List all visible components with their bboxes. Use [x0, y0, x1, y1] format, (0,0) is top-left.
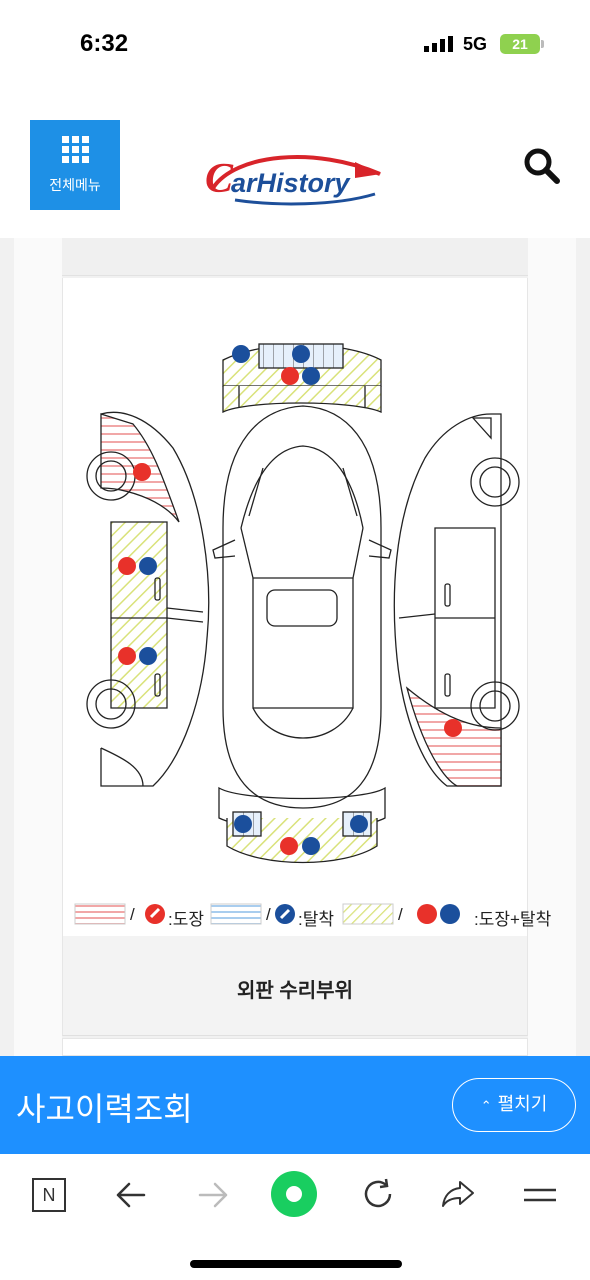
detach-marker — [302, 367, 320, 385]
next-card — [62, 1038, 528, 1056]
svg-text:arHistory: arHistory — [231, 168, 352, 198]
repair-markers — [118, 345, 462, 855]
detach-marker — [350, 815, 368, 833]
content-area: / :도장 / :탈착 / :도장+탈착 외판 수리부위 — [0, 238, 590, 1056]
legend-sep-2: / — [266, 905, 271, 924]
detach-marker — [292, 345, 310, 363]
chevron-up-icon: ⌃ — [480, 1098, 492, 1113]
detach-swatch — [210, 903, 262, 925]
car-repair-diagram — [86, 343, 520, 864]
search-icon[interactable] — [522, 146, 562, 186]
naver-n-icon: N — [42, 1185, 56, 1205]
status-bar: 6:32 5G 21 — [0, 0, 590, 90]
menu-icon[interactable] — [522, 1180, 558, 1210]
forward-arrow-icon[interactable] — [196, 1178, 230, 1212]
top-strip — [62, 238, 528, 276]
both-swatch — [342, 903, 394, 925]
detach-icon — [275, 904, 295, 924]
paint-marker — [118, 557, 136, 575]
legend-paint-label: :도장 — [168, 910, 205, 929]
network-type: 5G — [463, 34, 488, 54]
screen: 6:32 5G 21 전체메뉴 C arHistory /:도장 /:탈착 … — [0, 0, 590, 1280]
section-title: 외판 수리부위 — [237, 980, 353, 1002]
home-indicator — [190, 1260, 402, 1268]
diagram-card — [62, 278, 528, 968]
site-header: 전체메뉴 C arHistory — [0, 90, 590, 238]
accident-history-bar: 사고이력조회 ⌃ 펼치기 — [0, 1056, 590, 1154]
status-time: 6:32 — [80, 30, 129, 57]
paint-marker — [444, 719, 462, 737]
detach-marker — [302, 837, 320, 855]
paint-marker — [118, 647, 136, 665]
legend-sep-3: / — [398, 905, 403, 924]
naver-n-button[interactable]: N — [32, 1178, 66, 1212]
accident-history-title: 사고이력조회 — [16, 1091, 193, 1127]
all-menu-label: 전체메뉴 — [49, 176, 101, 193]
paint-icon — [145, 904, 165, 924]
left-gutter — [14, 238, 62, 1056]
expand-button[interactable]: ⌃ 펼치기 — [452, 1078, 576, 1132]
exterior-repair-section[interactable]: 외판 수리부위 — [62, 936, 528, 1036]
reload-icon[interactable] — [360, 1176, 396, 1212]
battery-icon: 21 — [500, 34, 540, 54]
paint-marker — [133, 463, 151, 481]
legend-both-label: :도장+탈착 — [474, 910, 552, 929]
signal-icon — [424, 36, 453, 52]
detach-marker — [139, 647, 157, 665]
paint-swatch — [74, 903, 126, 925]
battery-level: 21 — [512, 36, 528, 52]
right-gutter — [528, 238, 576, 1056]
legend-sep-1: / — [130, 905, 135, 924]
paint-marker — [280, 837, 298, 855]
back-arrow-icon[interactable] — [114, 1178, 148, 1212]
top-down-car — [212, 405, 392, 809]
naver-green-dot-icon[interactable] — [270, 1170, 318, 1218]
expand-label: 펼치기 — [497, 1094, 548, 1114]
detach-marker — [232, 345, 250, 363]
legend-detach-label: :탈착 — [298, 910, 335, 929]
share-icon[interactable] — [440, 1176, 476, 1212]
carhistory-logo[interactable]: C arHistory — [205, 148, 390, 212]
detach-marker — [139, 557, 157, 575]
battery-tip — [541, 40, 544, 48]
paint-detach-icon — [417, 904, 460, 924]
detach-marker — [234, 815, 252, 833]
svg-text:C: C — [205, 156, 234, 202]
all-menu-button[interactable]: 전체메뉴 — [30, 120, 120, 210]
paint-marker — [281, 367, 299, 385]
repair-legend: / :도장 / :탈착 / :도장+탈착 — [74, 903, 574, 929]
menu-grid-icon — [61, 135, 89, 163]
browser-nav-bar: N — [0, 1154, 590, 1234]
